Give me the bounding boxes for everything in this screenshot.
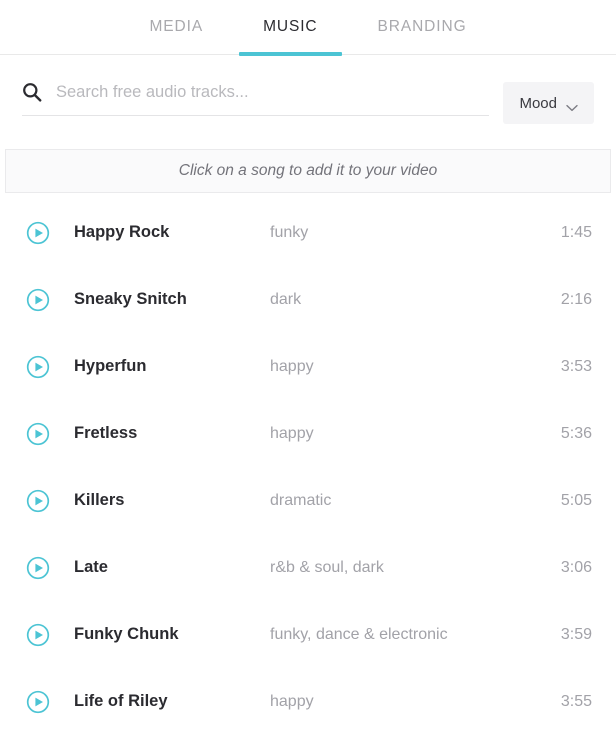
tab-branding[interactable]: BRANDING: [348, 0, 497, 55]
play-circle-icon[interactable]: [26, 221, 50, 245]
search-row: Mood: [0, 55, 616, 133]
track-duration: 5:05: [560, 491, 592, 509]
track-mood: happy: [270, 424, 314, 442]
track-title: Sneaky Snitch: [74, 290, 187, 308]
track-mood: funky, dance & electronic: [270, 625, 448, 643]
tab-branding-label: BRANDING: [377, 18, 467, 35]
track-row[interactable]: Fretless happy 5:36: [0, 400, 616, 467]
hint-banner: Click on a song to add it to your video: [5, 149, 611, 193]
tab-media[interactable]: MEDIA: [119, 0, 233, 55]
tab-music-label: MUSIC: [263, 18, 318, 35]
chevron-down-icon: [566, 99, 578, 112]
track-duration: 3:59: [560, 625, 592, 643]
track-title: Happy Rock: [74, 223, 170, 241]
track-mood: funky: [270, 223, 309, 241]
play-circle-icon[interactable]: [26, 556, 50, 580]
track-mood: happy: [270, 692, 314, 710]
play-circle-icon[interactable]: [26, 623, 50, 647]
play-circle-icon[interactable]: [26, 422, 50, 446]
track-row[interactable]: Life of Riley happy 3:55: [0, 668, 616, 735]
track-title: Late: [74, 558, 108, 576]
mood-filter-label: Mood: [519, 94, 557, 112]
track-duration: 3:53: [560, 357, 592, 375]
track-row[interactable]: Hyperfun happy 3:53: [0, 333, 616, 400]
search-box[interactable]: [22, 82, 490, 116]
search-input[interactable]: [56, 82, 490, 102]
track-title: Hyperfun: [74, 357, 147, 375]
search-icon: [22, 82, 42, 102]
track-duration: 5:36: [560, 424, 592, 442]
track-row[interactable]: Happy Rock funky 1:45: [0, 199, 616, 266]
play-circle-icon[interactable]: [26, 355, 50, 379]
mood-filter-button[interactable]: Mood: [503, 82, 594, 124]
track-row[interactable]: Sneaky Snitch dark 2:16: [0, 266, 616, 333]
play-circle-icon[interactable]: [26, 489, 50, 513]
track-title: Funky Chunk: [74, 625, 179, 643]
track-list: Happy Rock funky 1:45 Sneaky Snitch dark…: [0, 193, 616, 735]
track-duration: 3:06: [560, 558, 592, 576]
tab-bar: MEDIA MUSIC BRANDING: [0, 0, 616, 56]
play-circle-icon[interactable]: [26, 690, 50, 714]
track-mood: dramatic: [270, 491, 332, 509]
track-title: Life of Riley: [74, 692, 168, 710]
track-title: Fretless: [74, 424, 138, 442]
track-row[interactable]: Funky Chunk funky, dance & electronic 3:…: [0, 601, 616, 668]
track-mood: happy: [270, 357, 314, 375]
track-duration: 1:45: [560, 223, 592, 241]
tab-music[interactable]: MUSIC: [233, 0, 347, 56]
track-duration: 3:55: [560, 692, 592, 710]
track-mood: r&b & soul, dark: [270, 558, 384, 576]
track-mood: dark: [270, 290, 302, 308]
tab-media-label: MEDIA: [149, 18, 204, 35]
track-row[interactable]: Killers dramatic 5:05: [0, 467, 616, 534]
track-duration: 2:16: [560, 290, 592, 308]
hint-banner-text: Click on a song to add it to your video: [178, 162, 438, 179]
track-row[interactable]: Late r&b & soul, dark 3:06: [0, 534, 616, 601]
track-title: Killers: [74, 491, 125, 509]
play-circle-icon[interactable]: [26, 288, 50, 312]
